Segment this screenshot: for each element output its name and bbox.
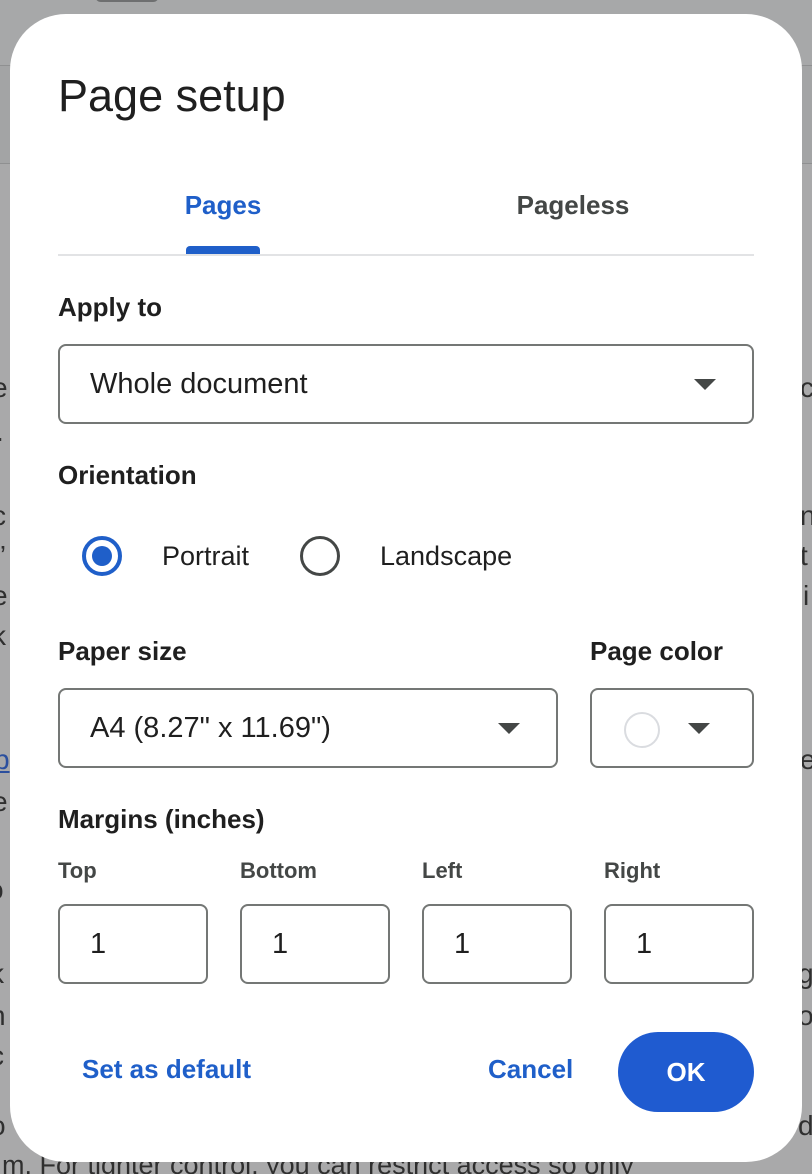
dialog-title: Page setup <box>58 70 286 121</box>
color-swatch <box>624 712 660 748</box>
chevron-down-icon <box>694 378 716 390</box>
tab-pages-label: Pages <box>184 190 262 220</box>
margin-bottom-input[interactable]: 1 <box>240 904 390 984</box>
tab-pages[interactable]: Pages <box>58 184 388 254</box>
margin-left-input[interactable]: 1 <box>422 904 572 984</box>
radio-unchecked-icon <box>300 536 340 576</box>
tab-bar: Pages Pageless <box>58 184 754 256</box>
landscape-label: Landscape <box>380 540 513 571</box>
margin-right-label: Right <box>604 858 661 883</box>
margin-top-input[interactable]: 1 <box>58 904 208 984</box>
doc-text-fragment: i <box>803 580 810 611</box>
apply-to-label: Apply to <box>58 292 162 322</box>
doc-text-fragment: c <box>0 500 6 532</box>
doc-link-fragment: b <box>0 744 10 775</box>
page-color-picker[interactable] <box>590 688 754 768</box>
cancel-button[interactable]: Cancel <box>488 1054 573 1085</box>
toolbar-button <box>95 0 159 2</box>
margins-label: Margins (inches) <box>58 804 265 834</box>
doc-text-fragment: k <box>0 958 4 990</box>
paper-size-label: Paper size <box>58 636 187 666</box>
orientation-label: Orientation <box>58 460 197 490</box>
doc-text-fragment: . <box>0 416 4 448</box>
ok-button[interactable]: OK <box>618 1032 754 1112</box>
doc-text-fragment: n <box>0 1000 6 1032</box>
chevron-down-icon <box>688 723 710 734</box>
portrait-radio[interactable]: Portrait <box>82 536 249 576</box>
paper-size-select[interactable]: A4 (8.27" x 11.69") <box>58 688 558 768</box>
doc-text-fragment: e <box>0 786 8 818</box>
paper-size-value: A4 (8.27" x 11.69") <box>90 711 331 744</box>
doc-text-fragment: e <box>0 580 8 612</box>
radio-checked-icon <box>82 536 122 576</box>
apply-to-value: Whole document <box>90 367 308 400</box>
tab-pageless-label: Pageless <box>516 190 630 220</box>
margin-top-label: Top <box>58 858 97 883</box>
set-as-default-button[interactable]: Set as default <box>82 1054 251 1085</box>
chevron-down-icon <box>498 722 520 734</box>
doc-text-fragment: k <box>0 620 6 652</box>
margin-bottom-label: Bottom <box>240 858 317 883</box>
tab-selected-indicator <box>186 246 260 254</box>
margin-right-input[interactable]: 1 <box>604 904 754 984</box>
doc-text-fragment: ” <box>0 540 5 572</box>
doc-text-fragment: e <box>0 372 8 404</box>
landscape-radio[interactable]: Landscape <box>300 536 512 576</box>
page-setup-dialog: Page setup Pages Pageless Apply to Whole… <box>10 14 802 1162</box>
apply-to-select[interactable]: Whole document <box>58 344 754 424</box>
doc-text-fragment: o <box>0 874 4 906</box>
tab-pageless[interactable]: Pageless <box>398 184 748 254</box>
margin-left-label: Left <box>422 858 463 883</box>
page-color-label: Page color <box>590 636 723 666</box>
doc-text-fragment: o <box>0 1110 6 1142</box>
doc-text-fragment: c <box>0 1040 4 1072</box>
portrait-label: Portrait <box>162 540 250 571</box>
